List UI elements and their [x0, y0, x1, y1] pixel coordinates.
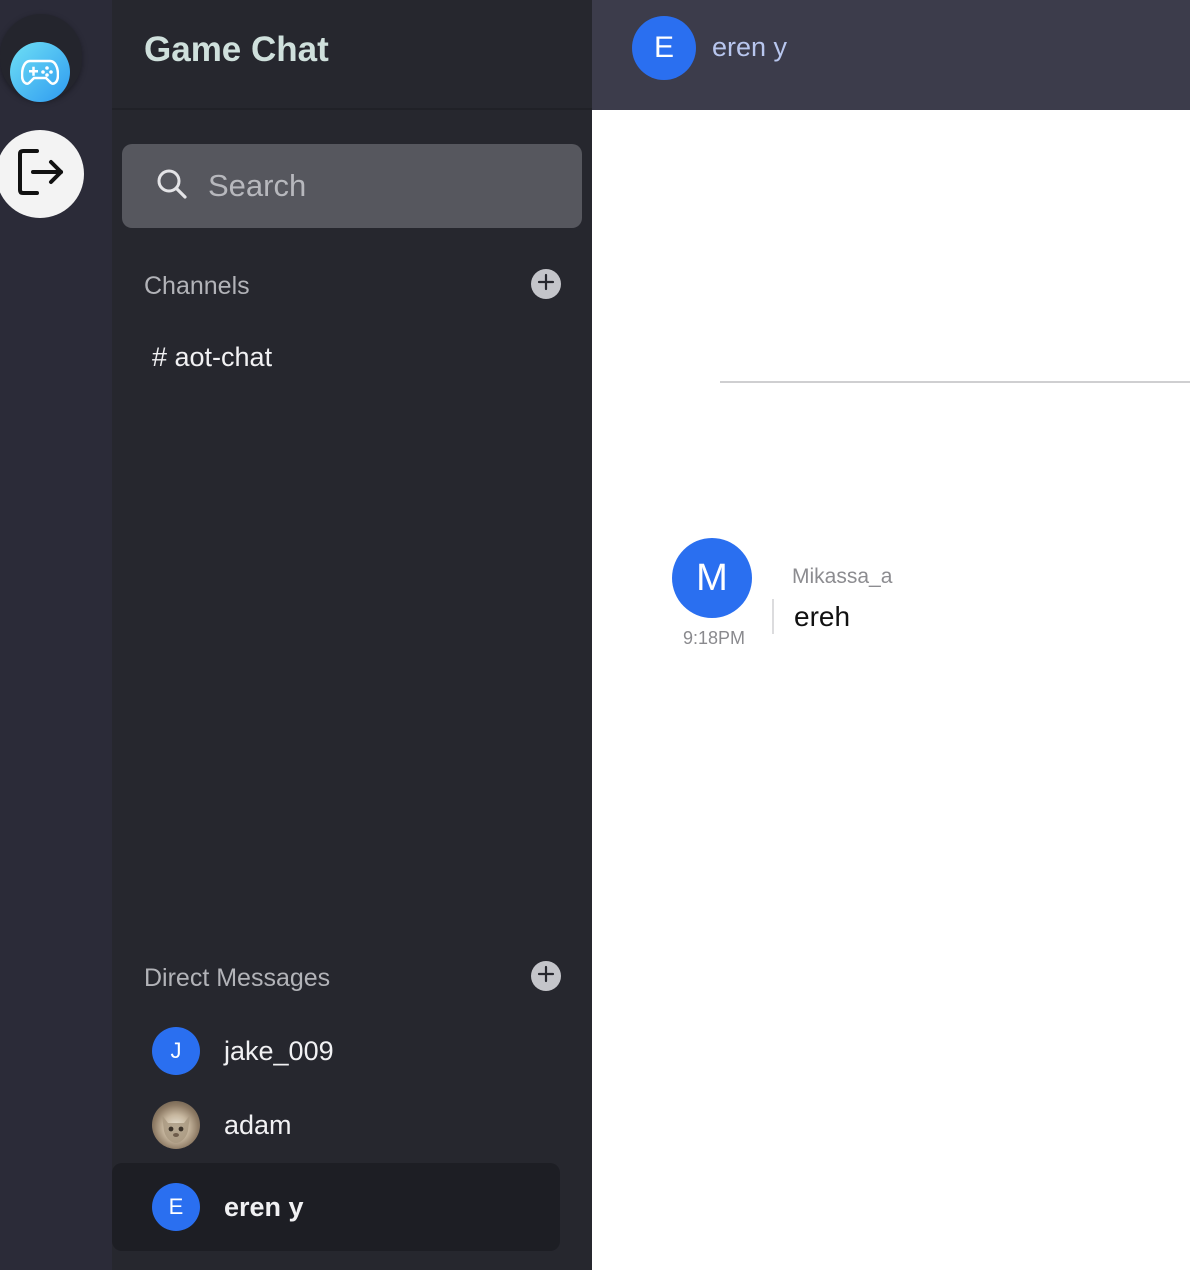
message-timestamp: 9:18PM — [683, 628, 746, 648]
sidebar: Game Chat Channels # aot-chat Direct Mes… — [112, 0, 592, 1270]
dm-name: jake_009 — [224, 1035, 334, 1066]
sidebar-header: Game Chat — [112, 0, 592, 110]
search-icon — [156, 168, 188, 205]
message-author: Mikassa_a — [792, 565, 893, 588]
avatar[interactable]: M — [672, 538, 752, 618]
dm-name: eren y — [224, 1191, 304, 1222]
gamepad-icon — [10, 42, 70, 102]
logout-icon — [13, 145, 67, 204]
dm-name: adam — [224, 1109, 292, 1140]
plus-icon — [537, 273, 555, 296]
message-divider-line — [772, 599, 774, 634]
app-title: Game Chat — [144, 30, 329, 69]
app-logo-button[interactable] — [0, 14, 82, 102]
dm-item-eren-y[interactable]: E eren y — [112, 1163, 560, 1251]
channels-label: Channels — [144, 272, 250, 300]
server-rail — [0, 0, 112, 1270]
direct-messages-label: Direct Messages — [144, 964, 331, 992]
chat-header: E eren y — [592, 0, 1190, 110]
avatar-photo — [152, 1101, 200, 1149]
avatar: E — [152, 1183, 200, 1231]
dm-item-adam[interactable]: adam — [112, 1081, 560, 1169]
search-input[interactable] — [208, 168, 568, 204]
message-text: ereh — [794, 601, 851, 632]
search-box[interactable] — [122, 144, 582, 228]
add-direct-message-button[interactable] — [531, 961, 561, 991]
chat-contact-name[interactable]: eren y — [712, 32, 787, 63]
avatar[interactable]: E — [632, 16, 696, 80]
channel-item-aot-chat[interactable]: # aot-chat — [152, 342, 272, 373]
avatar: J — [152, 1027, 200, 1075]
plus-icon — [537, 965, 555, 988]
add-channel-button[interactable] — [531, 269, 561, 299]
logout-button[interactable] — [0, 130, 84, 218]
message-divider — [720, 381, 1190, 383]
